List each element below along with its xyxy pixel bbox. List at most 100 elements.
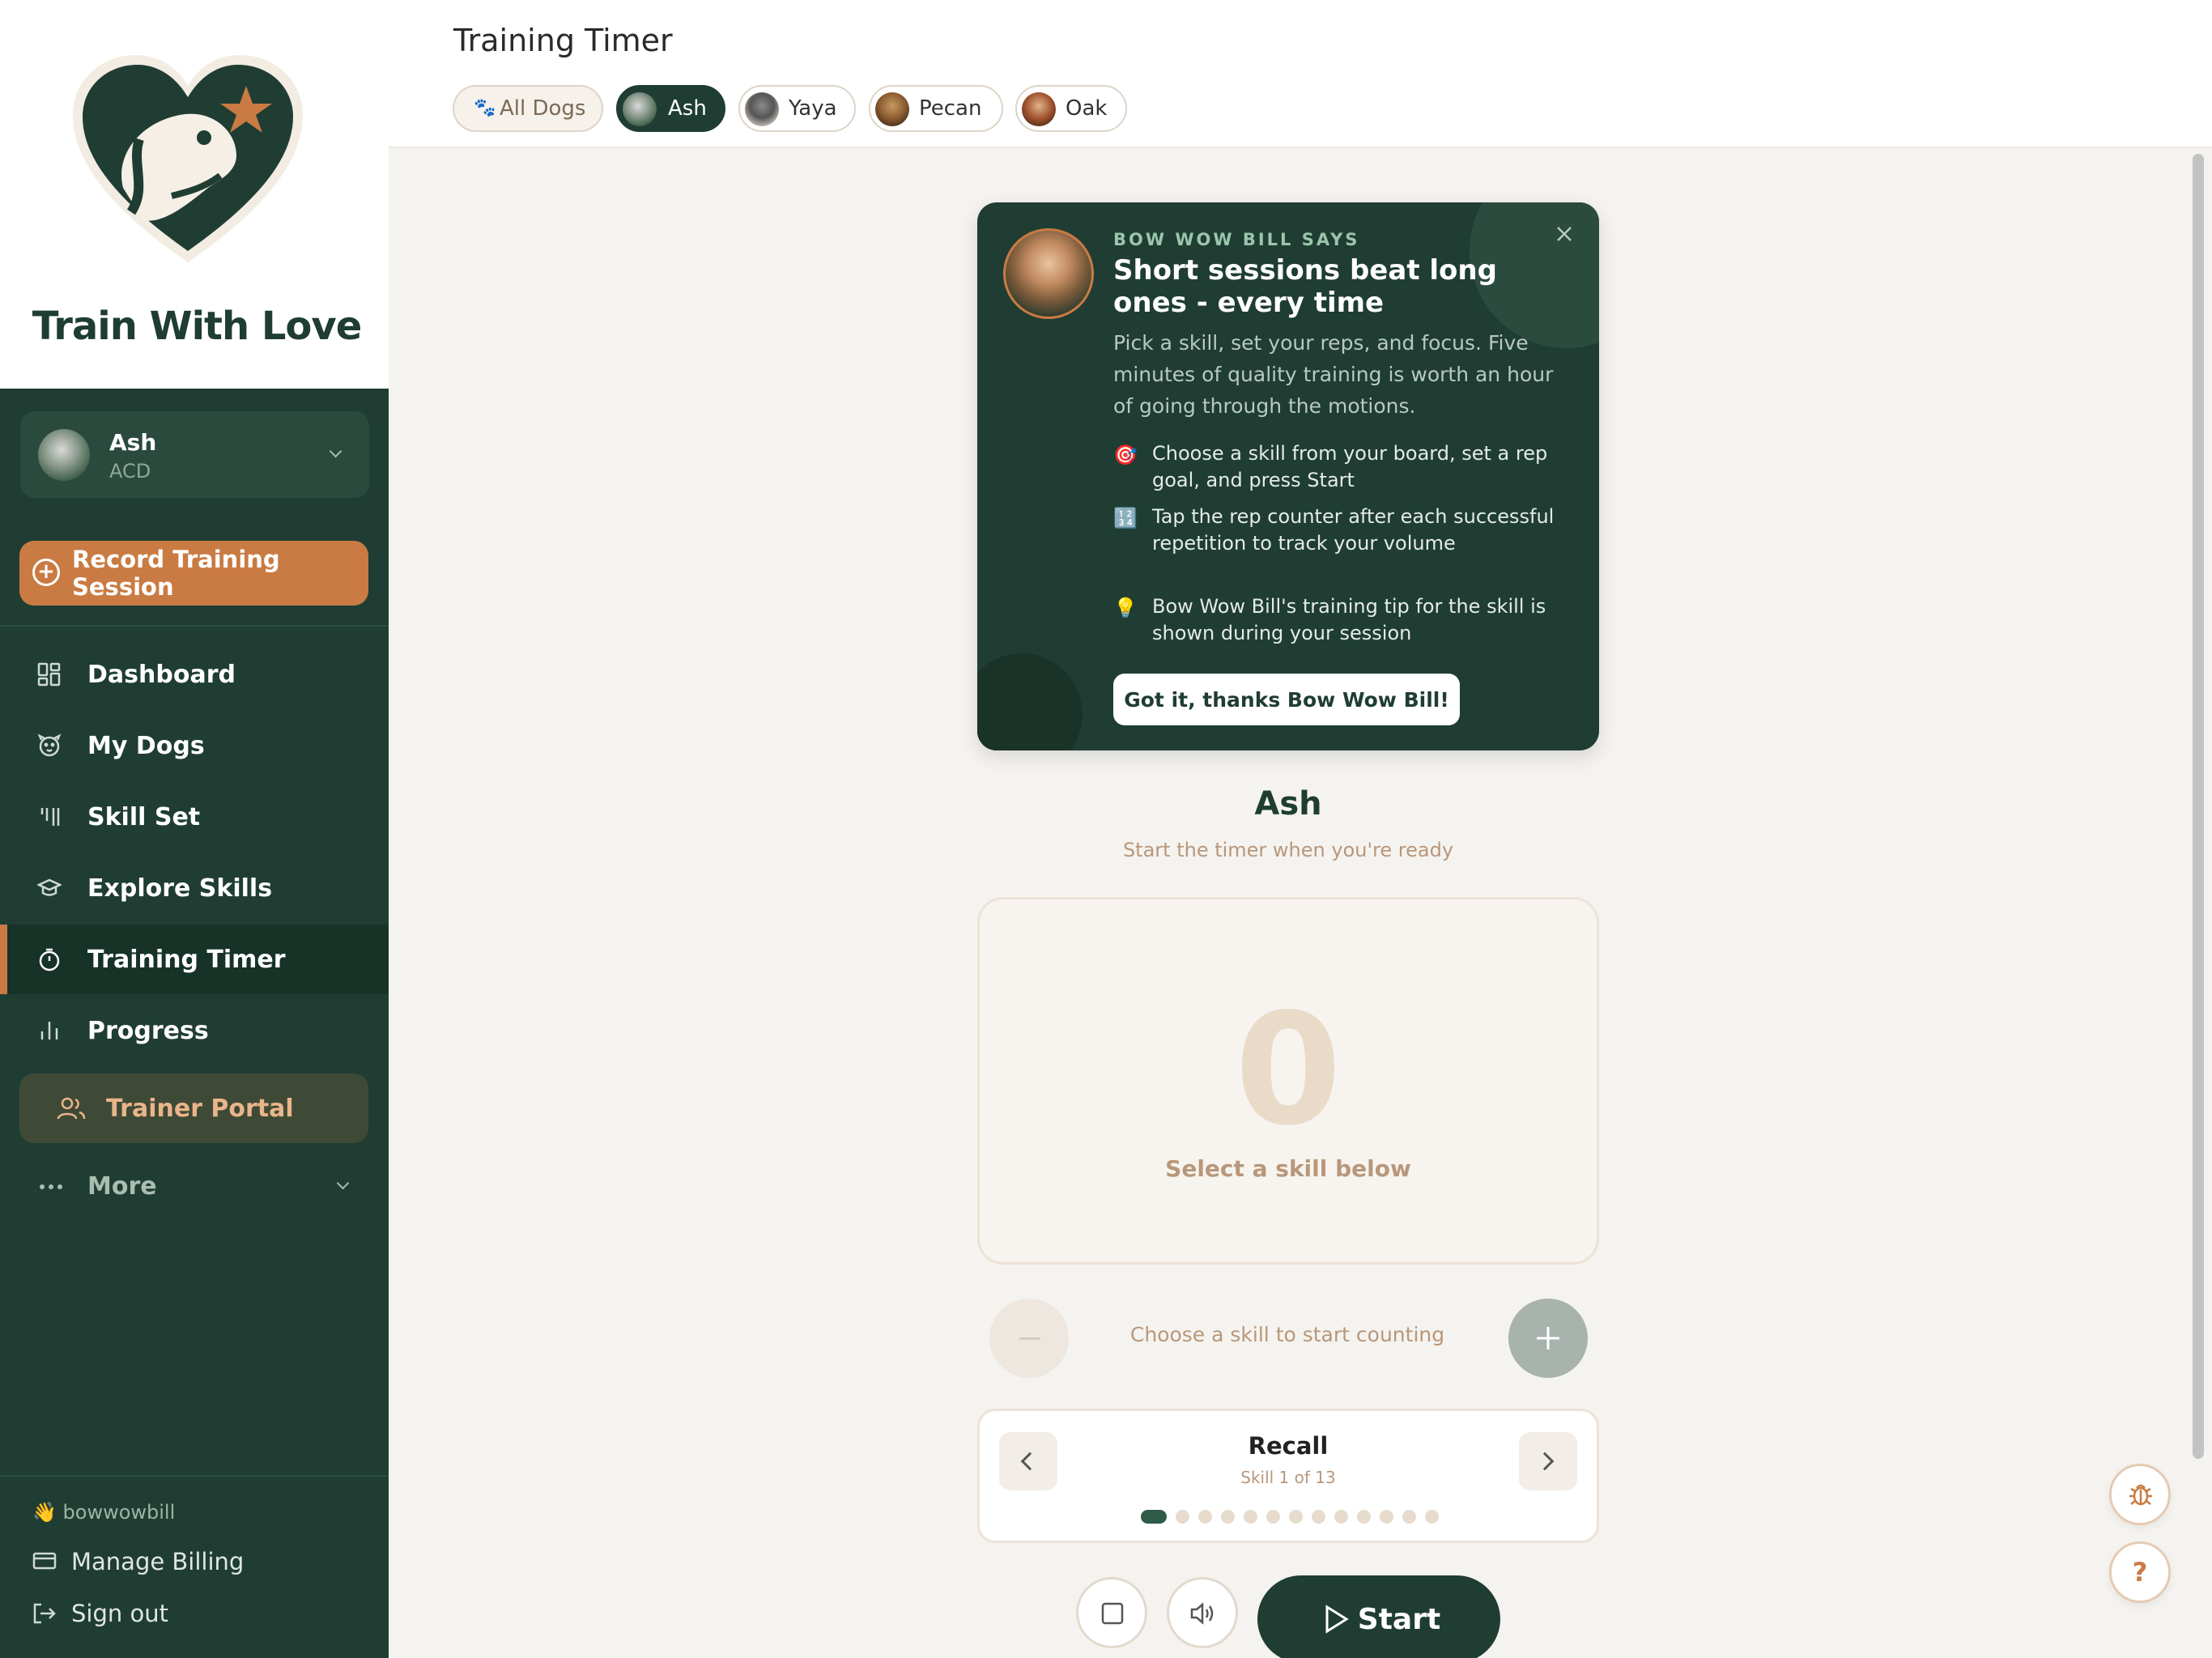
- skill-dot[interactable]: [1176, 1510, 1189, 1524]
- skill-dot[interactable]: [1289, 1510, 1303, 1524]
- nav-explore-skills[interactable]: Explore Skills: [0, 853, 389, 923]
- square-icon: [1101, 1602, 1124, 1625]
- manage-billing-link[interactable]: Manage Billing: [32, 1548, 244, 1575]
- ellipsis-icon: [40, 1184, 62, 1189]
- selected-dog-name: Ash: [109, 429, 157, 456]
- username-label: bowwowbill: [62, 1501, 176, 1524]
- nav-label: My Dogs: [87, 731, 205, 760]
- question-icon: ?: [2132, 1557, 2148, 1588]
- counter-label: Select a skill below: [1165, 1155, 1411, 1182]
- play-icon: [1325, 1605, 1349, 1634]
- tab-yaya[interactable]: Yaya: [738, 85, 856, 132]
- page-title: Training Timer: [453, 23, 673, 58]
- skill-dot[interactable]: [1380, 1510, 1393, 1524]
- tab-all-dogs[interactable]: 🐾 All Dogs: [453, 85, 603, 132]
- tab-ash[interactable]: Ash: [616, 85, 725, 132]
- skill-dot[interactable]: [1266, 1510, 1280, 1524]
- report-bug-button[interactable]: [2109, 1464, 2171, 1525]
- lightbulb-icon: 💡: [1113, 597, 1138, 619]
- close-icon[interactable]: [1552, 222, 1576, 246]
- more-menu[interactable]: More: [0, 1151, 389, 1221]
- skill-dot[interactable]: [1198, 1510, 1212, 1524]
- nav-my-dogs[interactable]: My Dogs: [0, 711, 389, 780]
- tab-oak[interactable]: Oak: [1015, 85, 1127, 132]
- tab-label: Pecan: [919, 96, 982, 121]
- scrollbar[interactable]: [2193, 154, 2204, 1459]
- skill-dot[interactable]: [1141, 1510, 1167, 1524]
- timer-icon: [39, 948, 60, 971]
- sidebar: Train With Love Ash ACD + Record Trainin…: [0, 0, 389, 1658]
- graduation-cap-icon: [37, 878, 62, 896]
- dog-avatar: [623, 92, 657, 126]
- nav-training-timer[interactable]: Training Timer: [0, 925, 389, 994]
- grid-icon: [37, 662, 61, 687]
- divider: [0, 1475, 389, 1477]
- dog-avatar: [38, 429, 90, 481]
- tip-list-item: 🎯 Choose a skill from your board, set a …: [1113, 440, 1567, 494]
- decor-circle: [977, 653, 1083, 750]
- nav-label: Training Timer: [87, 945, 286, 974]
- trainer-portal-link[interactable]: Trainer Portal: [19, 1073, 368, 1143]
- skill-dot[interactable]: [1402, 1510, 1416, 1524]
- skill-name: Recall: [1248, 1432, 1329, 1460]
- bill-avatar: [1003, 228, 1094, 319]
- skill-dot[interactable]: [1357, 1510, 1371, 1524]
- rep-counter[interactable]: 0 Select a skill below: [977, 897, 1599, 1265]
- decrement-button[interactable]: [989, 1299, 1069, 1378]
- plus-icon: [1537, 1327, 1559, 1350]
- plus-circle-icon: +: [32, 559, 60, 586]
- skill-position: Skill 1 of 13: [1240, 1468, 1336, 1487]
- wave-icon: 👋: [32, 1501, 57, 1524]
- skill-carousel: Recall Skill 1 of 13: [977, 1409, 1599, 1543]
- nav-skill-set[interactable]: Skill Set: [0, 782, 389, 852]
- sign-out-link[interactable]: Sign out: [33, 1600, 168, 1627]
- bug-icon: [2129, 1484, 2152, 1506]
- dog-avatar: [875, 92, 909, 126]
- dog-avatar: [745, 92, 779, 126]
- numbers-icon: 🔢: [1113, 507, 1138, 529]
- selected-dog-breed: ACD: [109, 460, 151, 483]
- dog-avatar: [1022, 92, 1056, 126]
- skill-dot[interactable]: [1334, 1510, 1348, 1524]
- start-button[interactable]: Start: [1257, 1575, 1500, 1658]
- tip-heading: Short sessions beat long ones - every ti…: [1113, 254, 1497, 319]
- dog-selector[interactable]: Ash ACD: [20, 411, 369, 498]
- tab-label: Ash: [668, 96, 707, 121]
- tab-pecan[interactable]: Pecan: [869, 85, 1003, 132]
- record-training-session-button[interactable]: + Record Training Session: [19, 541, 368, 606]
- next-skill-button[interactable]: [1519, 1432, 1577, 1490]
- dismiss-tip-button[interactable]: Got it, thanks Bow Wow Bill!: [1113, 674, 1460, 725]
- logo-area: Train With Love: [0, 0, 389, 389]
- trainer-portal-label: Trainer Portal: [106, 1094, 294, 1123]
- credit-card-icon: [32, 1552, 57, 1570]
- tip-card: BOW WOW BILL SAYS Short sessions beat lo…: [977, 202, 1599, 750]
- chevron-right-icon: [1535, 1452, 1555, 1471]
- sound-button[interactable]: [1167, 1577, 1238, 1648]
- increment-button[interactable]: [1508, 1299, 1588, 1378]
- skill-dot[interactable]: [1312, 1510, 1325, 1524]
- tip-list-item: 💡 Bow Wow Bill's training tip for the sk…: [1113, 593, 1567, 647]
- help-button[interactable]: ?: [2109, 1541, 2171, 1603]
- nav-progress[interactable]: Progress: [0, 996, 389, 1065]
- sign-out-label: Sign out: [71, 1600, 168, 1627]
- nav-dashboard[interactable]: Dashboard: [0, 640, 389, 709]
- tab-label: Oak: [1066, 96, 1108, 121]
- heart-dog-logo: [73, 55, 303, 262]
- tab-label: Yaya: [789, 96, 837, 121]
- divider: [0, 625, 389, 627]
- tip-list-text: Tap the rep counter after each successfu…: [1152, 505, 1555, 555]
- nav-label: Dashboard: [87, 660, 236, 689]
- dog-icon: [37, 733, 62, 757]
- skill-dot[interactable]: [1221, 1510, 1235, 1524]
- nav-label: Progress: [87, 1016, 209, 1045]
- skill-dot[interactable]: [1244, 1510, 1257, 1524]
- stop-button[interactable]: [1076, 1577, 1147, 1648]
- users-icon: [57, 1097, 86, 1120]
- count-hint: Choose a skill to start counting: [1129, 1323, 1445, 1346]
- skill-set-icon: [40, 808, 60, 826]
- tab-label: All Dogs: [500, 96, 586, 121]
- bar-chart-icon: [40, 1022, 58, 1039]
- skill-dot[interactable]: [1425, 1510, 1439, 1524]
- target-icon: 🎯: [1113, 444, 1138, 466]
- chevron-down-icon: [336, 1176, 350, 1190]
